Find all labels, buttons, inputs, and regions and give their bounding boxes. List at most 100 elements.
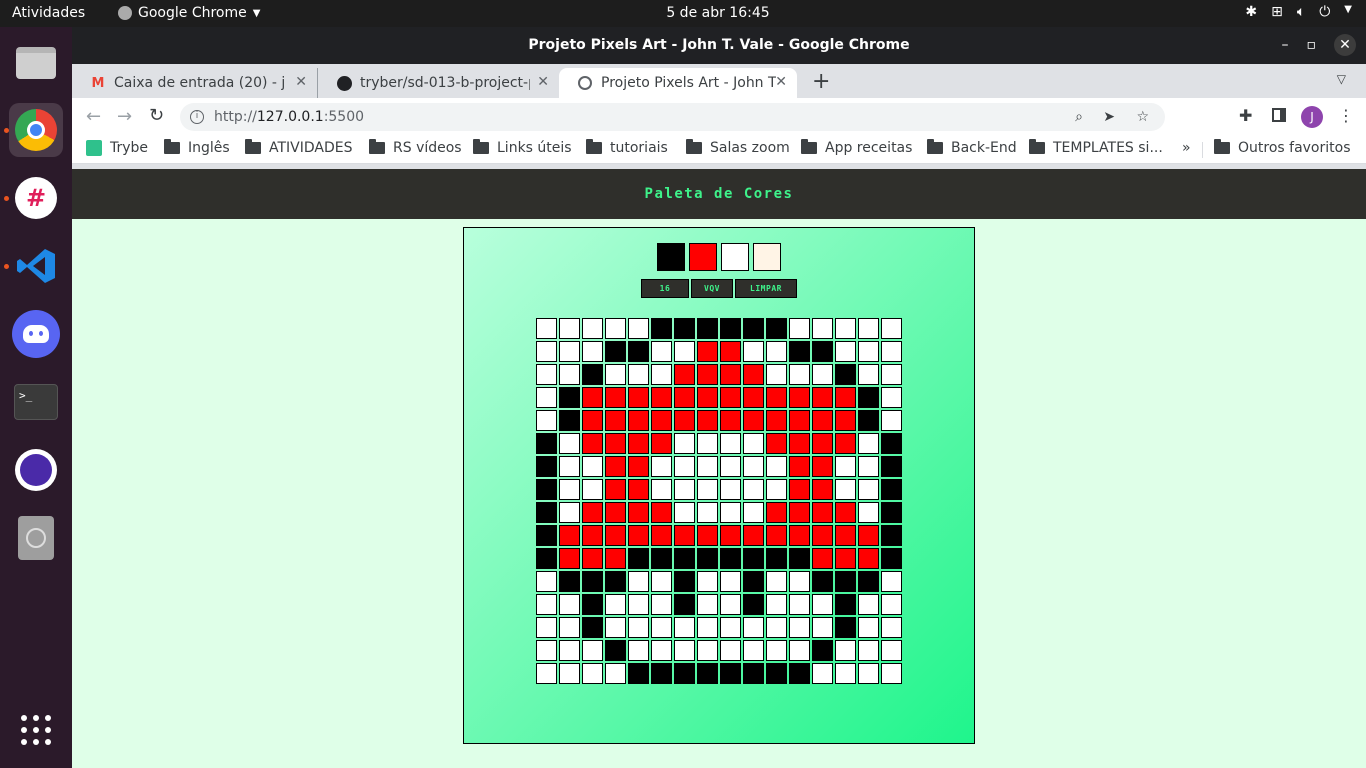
pixel[interactable] <box>766 548 787 569</box>
pixel[interactable] <box>720 410 741 431</box>
disk-utility-icon[interactable] <box>9 511 63 565</box>
close-tab-icon[interactable]: ✕ <box>295 74 307 90</box>
palette-color-cream[interactable] <box>753 243 781 271</box>
pixel[interactable] <box>582 433 603 454</box>
bookmark-trybe[interactable]: Trybe <box>86 140 148 156</box>
pixel[interactable] <box>651 525 672 546</box>
pixel[interactable] <box>720 387 741 408</box>
pixel[interactable] <box>559 663 580 684</box>
profile-avatar[interactable]: J <box>1301 106 1323 128</box>
pixel[interactable] <box>674 364 695 385</box>
pixel[interactable] <box>605 617 626 638</box>
pixel[interactable] <box>651 594 672 615</box>
pixel[interactable] <box>628 502 649 523</box>
pixel[interactable] <box>559 410 580 431</box>
palette-color-white[interactable] <box>721 243 749 271</box>
tab-pixels-art[interactable]: Projeto Pixels Art - John T ✕ <box>559 68 797 98</box>
pixel[interactable] <box>881 525 902 546</box>
pixel[interactable] <box>674 548 695 569</box>
pixel[interactable] <box>881 410 902 431</box>
pixel[interactable] <box>766 502 787 523</box>
pixel[interactable] <box>835 479 856 500</box>
bookmark-folder[interactable]: Back-End <box>927 139 1017 156</box>
pixel[interactable] <box>835 387 856 408</box>
files-icon[interactable] <box>9 36 63 90</box>
pixel[interactable] <box>789 548 810 569</box>
pixel[interactable] <box>720 479 741 500</box>
pixel[interactable] <box>697 387 718 408</box>
pixel[interactable] <box>559 364 580 385</box>
pixel[interactable] <box>697 663 718 684</box>
pixel[interactable] <box>582 364 603 385</box>
pixel[interactable] <box>743 479 764 500</box>
pixel[interactable] <box>628 548 649 569</box>
pixel[interactable] <box>559 502 580 523</box>
pixel[interactable] <box>812 640 833 661</box>
pixel[interactable] <box>835 456 856 477</box>
pixel[interactable] <box>628 525 649 546</box>
pixel[interactable] <box>651 387 672 408</box>
pixel[interactable] <box>605 387 626 408</box>
pixel[interactable] <box>582 640 603 661</box>
pixel[interactable] <box>651 663 672 684</box>
pixel[interactable] <box>536 640 557 661</box>
pixel[interactable] <box>766 617 787 638</box>
pixel[interactable] <box>812 594 833 615</box>
pixel[interactable] <box>674 640 695 661</box>
pixel[interactable] <box>858 548 879 569</box>
bookmark-folder[interactable]: Inglês <box>164 139 230 156</box>
pixel[interactable] <box>651 318 672 339</box>
pixel[interactable] <box>789 456 810 477</box>
pixel[interactable] <box>789 433 810 454</box>
pixel[interactable] <box>536 571 557 592</box>
pixel[interactable] <box>766 571 787 592</box>
pixel[interactable] <box>536 318 557 339</box>
pixel[interactable] <box>720 318 741 339</box>
pixel[interactable] <box>582 318 603 339</box>
pixel[interactable] <box>743 433 764 454</box>
pixel[interactable] <box>766 318 787 339</box>
pixel[interactable] <box>628 663 649 684</box>
pixel[interactable] <box>720 548 741 569</box>
more-menu-icon[interactable]: ⋮ <box>1338 106 1354 125</box>
pixel[interactable] <box>628 640 649 661</box>
pixel[interactable] <box>766 341 787 362</box>
pixel[interactable] <box>536 456 557 477</box>
pixel[interactable] <box>766 364 787 385</box>
pixel[interactable] <box>582 571 603 592</box>
pixel[interactable] <box>697 433 718 454</box>
bookmarks-overflow[interactable]: » <box>1182 140 1191 156</box>
pixel[interactable] <box>743 318 764 339</box>
pixel[interactable] <box>789 479 810 500</box>
pixel[interactable] <box>812 617 833 638</box>
pixel[interactable] <box>812 502 833 523</box>
pixel[interactable] <box>766 387 787 408</box>
minimize-icon[interactable]: – <box>1282 27 1289 64</box>
palette-color-red[interactable] <box>689 243 717 271</box>
pixel[interactable] <box>605 571 626 592</box>
pixel[interactable] <box>743 410 764 431</box>
bookmark-folder[interactable]: ATIVIDADES <box>245 139 353 156</box>
terminal-icon[interactable]: >_ <box>9 375 63 429</box>
pixel[interactable] <box>858 433 879 454</box>
pixel[interactable] <box>674 525 695 546</box>
pixel[interactable] <box>697 617 718 638</box>
pixel[interactable] <box>582 456 603 477</box>
pixel[interactable] <box>605 318 626 339</box>
pixel[interactable] <box>789 617 810 638</box>
pixel[interactable] <box>766 410 787 431</box>
pixel[interactable] <box>559 387 580 408</box>
pixel[interactable] <box>720 364 741 385</box>
pixel[interactable] <box>536 502 557 523</box>
pixel[interactable] <box>789 387 810 408</box>
pixel[interactable] <box>536 479 557 500</box>
pixel[interactable] <box>651 433 672 454</box>
pixel[interactable] <box>559 525 580 546</box>
pixel[interactable] <box>812 456 833 477</box>
forward-icon[interactable]: → <box>117 106 132 127</box>
pixel[interactable] <box>651 502 672 523</box>
pixel[interactable] <box>536 410 557 431</box>
pixel[interactable] <box>582 525 603 546</box>
pixel[interactable] <box>789 525 810 546</box>
close-tab-icon[interactable]: ✕ <box>537 74 549 90</box>
